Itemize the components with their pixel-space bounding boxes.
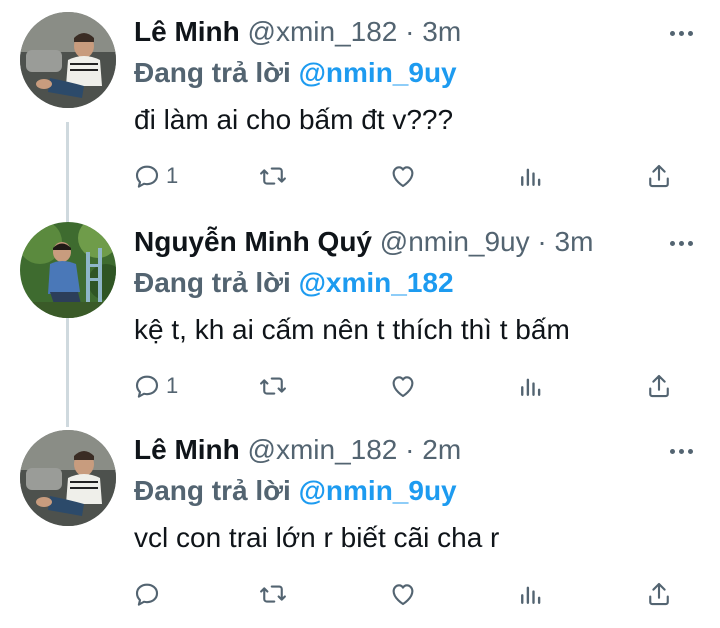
avatar[interactable] <box>20 222 116 318</box>
reply-icon <box>135 165 159 188</box>
avatar-image <box>20 222 116 318</box>
tweet-text: vcl con trai lớn r biết cãi cha r <box>134 522 500 553</box>
retweet-button[interactable] <box>258 158 288 194</box>
replying-to-handle[interactable]: @nmin_9uy <box>299 57 457 88</box>
retweet-icon <box>260 377 286 395</box>
retweet-icon <box>260 585 286 603</box>
avatar-image <box>20 430 116 526</box>
heart-icon <box>392 584 414 606</box>
heart-icon <box>392 376 414 398</box>
display-name[interactable]: Lê Minh <box>134 434 240 465</box>
tweet-text: đi làm ai cho bấm đt v??? <box>134 104 454 135</box>
replying-to-label: Đang trả lời <box>134 57 291 88</box>
replying-to-label: Đang trả lời <box>134 267 291 298</box>
retweet-button[interactable] <box>258 576 288 612</box>
user-handle[interactable]: @nmin_9uy <box>380 226 530 257</box>
reply-count: 1 <box>166 163 179 188</box>
share-button[interactable] <box>644 576 674 612</box>
reply-button[interactable]: 1 <box>132 368 178 404</box>
analytics-icon <box>521 586 541 604</box>
tweet[interactable]: Lê Minh @xmin_182 · 3m Đang trả lời @nmi… <box>0 0 720 210</box>
tweet-header: Lê Minh @xmin_182 · 3m <box>134 14 660 50</box>
more-icon[interactable] <box>666 436 696 466</box>
share-icon <box>649 164 669 188</box>
replying-to: Đang trả lời @xmin_182 <box>134 265 454 301</box>
avatar-image <box>20 12 116 108</box>
analytics-icon <box>521 168 541 186</box>
tweet-actions: 1 <box>130 158 690 194</box>
tweet-actions: 1 <box>130 368 690 404</box>
user-handle[interactable]: @xmin_182 <box>248 434 398 465</box>
replying-to-handle[interactable]: @nmin_9uy <box>299 475 457 506</box>
analytics-button[interactable] <box>516 368 546 404</box>
share-button[interactable] <box>644 368 674 404</box>
tweet-header: Lê Minh @xmin_182 · 2m <box>134 432 660 468</box>
like-button[interactable] <box>388 158 418 194</box>
retweet-icon <box>260 167 286 185</box>
analytics-icon <box>521 378 541 396</box>
replying-to: Đang trả lời @nmin_9uy <box>134 55 457 91</box>
analytics-button[interactable] <box>516 158 546 194</box>
reply-button[interactable] <box>132 576 166 612</box>
replying-to: Đang trả lời @nmin_9uy <box>134 473 457 509</box>
tweet[interactable]: Nguyễn Minh Quý @nmin_9uy · 3m Đang trả … <box>0 210 720 420</box>
like-button[interactable] <box>388 368 418 404</box>
tweet[interactable]: Lê Minh @xmin_182 · 2m Đang trả lời @nmi… <box>0 418 720 628</box>
tweet-header: Nguyễn Minh Quý @nmin_9uy · 3m <box>134 224 660 260</box>
avatar[interactable] <box>20 12 116 108</box>
reply-icon <box>135 375 159 398</box>
reply-icon <box>135 583 159 606</box>
timestamp[interactable]: · 2m <box>405 434 461 465</box>
more-icon[interactable] <box>666 228 696 258</box>
share-button[interactable] <box>644 158 674 194</box>
tweet-actions <box>130 576 690 612</box>
retweet-button[interactable] <box>258 368 288 404</box>
replying-to-label: Đang trả lời <box>134 475 291 506</box>
share-icon <box>649 582 669 606</box>
reply-count: 1 <box>166 373 179 398</box>
reply-button[interactable]: 1 <box>132 158 178 194</box>
timestamp[interactable]: · 3m <box>537 226 593 257</box>
tweet-text: kệ t, kh ai cấm nên t thích thì t bấm <box>134 314 570 345</box>
more-icon[interactable] <box>666 18 696 48</box>
display-name[interactable]: Lê Minh <box>134 16 240 47</box>
user-handle[interactable]: @xmin_182 <box>248 16 398 47</box>
like-button[interactable] <box>388 576 418 612</box>
heart-icon <box>392 166 414 188</box>
display-name[interactable]: Nguyễn Minh Quý <box>134 226 372 257</box>
timestamp[interactable]: · 3m <box>405 16 461 47</box>
analytics-button[interactable] <box>516 576 546 612</box>
share-icon <box>649 374 669 398</box>
replying-to-handle[interactable]: @xmin_182 <box>299 267 454 298</box>
avatar[interactable] <box>20 430 116 526</box>
